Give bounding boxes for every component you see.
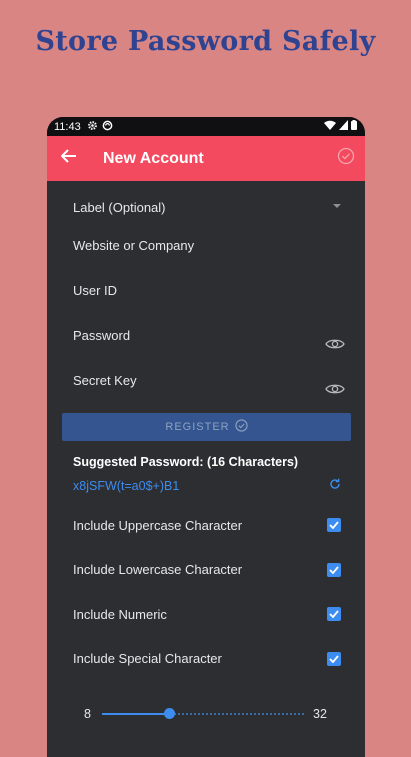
suggested-password-section: Suggested Password: (16 Characters) x8jS…: [47, 455, 365, 495]
status-bar: 11:43: [47, 117, 365, 136]
option-label: Include Uppercase Character: [73, 517, 243, 533]
gear-icon: [87, 120, 98, 134]
secret-key-label: Secret Key: [73, 373, 137, 388]
promo-headline: Store Password Safely: [35, 26, 376, 57]
options-list: Include Uppercase Character Include Lowe…: [47, 503, 365, 681]
option-label: Include Numeric: [73, 606, 167, 622]
checkbox-checked-icon[interactable]: [327, 651, 341, 666]
website-label: Website or Company: [73, 238, 195, 253]
password-label: Password: [73, 328, 131, 343]
signal-icon: [339, 120, 348, 133]
battery-icon: [351, 120, 357, 133]
sync-circle-icon: [102, 120, 113, 134]
option-numeric[interactable]: Include Numeric: [47, 592, 365, 637]
back-arrow-icon[interactable]: [60, 149, 77, 168]
dropdown-arrow-icon: [333, 204, 341, 208]
status-time: 11:43: [54, 120, 81, 133]
length-slider[interactable]: 8 32: [47, 702, 365, 726]
slider-track-active: [102, 713, 170, 715]
check-circle-icon: [234, 419, 248, 435]
option-uppercase[interactable]: Include Uppercase Character: [47, 503, 365, 548]
label-dropdown[interactable]: Label (Optional): [73, 181, 351, 225]
suggested-password-title: Suggested Password: (16 Characters): [73, 455, 299, 469]
checkbox-checked-icon[interactable]: [327, 607, 341, 622]
app-bar: New Account: [47, 136, 365, 181]
checkbox-checked-icon[interactable]: [327, 562, 341, 577]
slider-min-label: 8: [84, 707, 91, 721]
confirm-check-icon[interactable]: [337, 147, 355, 170]
option-label: Include Lowercase Character: [73, 562, 243, 578]
refresh-icon[interactable]: [329, 477, 341, 495]
register-label: REGISTER: [165, 421, 230, 433]
label-dropdown-text: Label (Optional): [73, 200, 166, 215]
account-form: Label (Optional) Website or Company User…: [47, 181, 365, 405]
website-field[interactable]: Website or Company: [73, 225, 351, 270]
user-id-label: User ID: [73, 283, 118, 298]
eye-icon[interactable]: [325, 338, 345, 353]
password-field[interactable]: Password: [73, 315, 351, 360]
option-special[interactable]: Include Special Character: [47, 637, 365, 682]
secret-key-field[interactable]: Secret Key: [73, 360, 351, 405]
checkbox-checked-icon[interactable]: [327, 518, 341, 533]
slider-thumb[interactable]: [164, 708, 175, 719]
wifi-icon: [324, 120, 336, 133]
page-title: New Account: [103, 149, 204, 167]
suggested-password-value[interactable]: x8jSFW(t=a0$+)B1: [73, 479, 179, 493]
eye-icon[interactable]: [325, 383, 345, 398]
phone-frame: 11:43 New Account Label (Optional) Websi…: [47, 117, 365, 757]
option-label: Include Special Character: [73, 651, 222, 667]
slider-track-inactive: [170, 713, 304, 715]
slider-max-label: 32: [313, 707, 327, 721]
user-id-field[interactable]: User ID: [73, 270, 351, 315]
register-button[interactable]: REGISTER: [62, 413, 351, 441]
option-lowercase[interactable]: Include Lowercase Character: [47, 548, 365, 593]
